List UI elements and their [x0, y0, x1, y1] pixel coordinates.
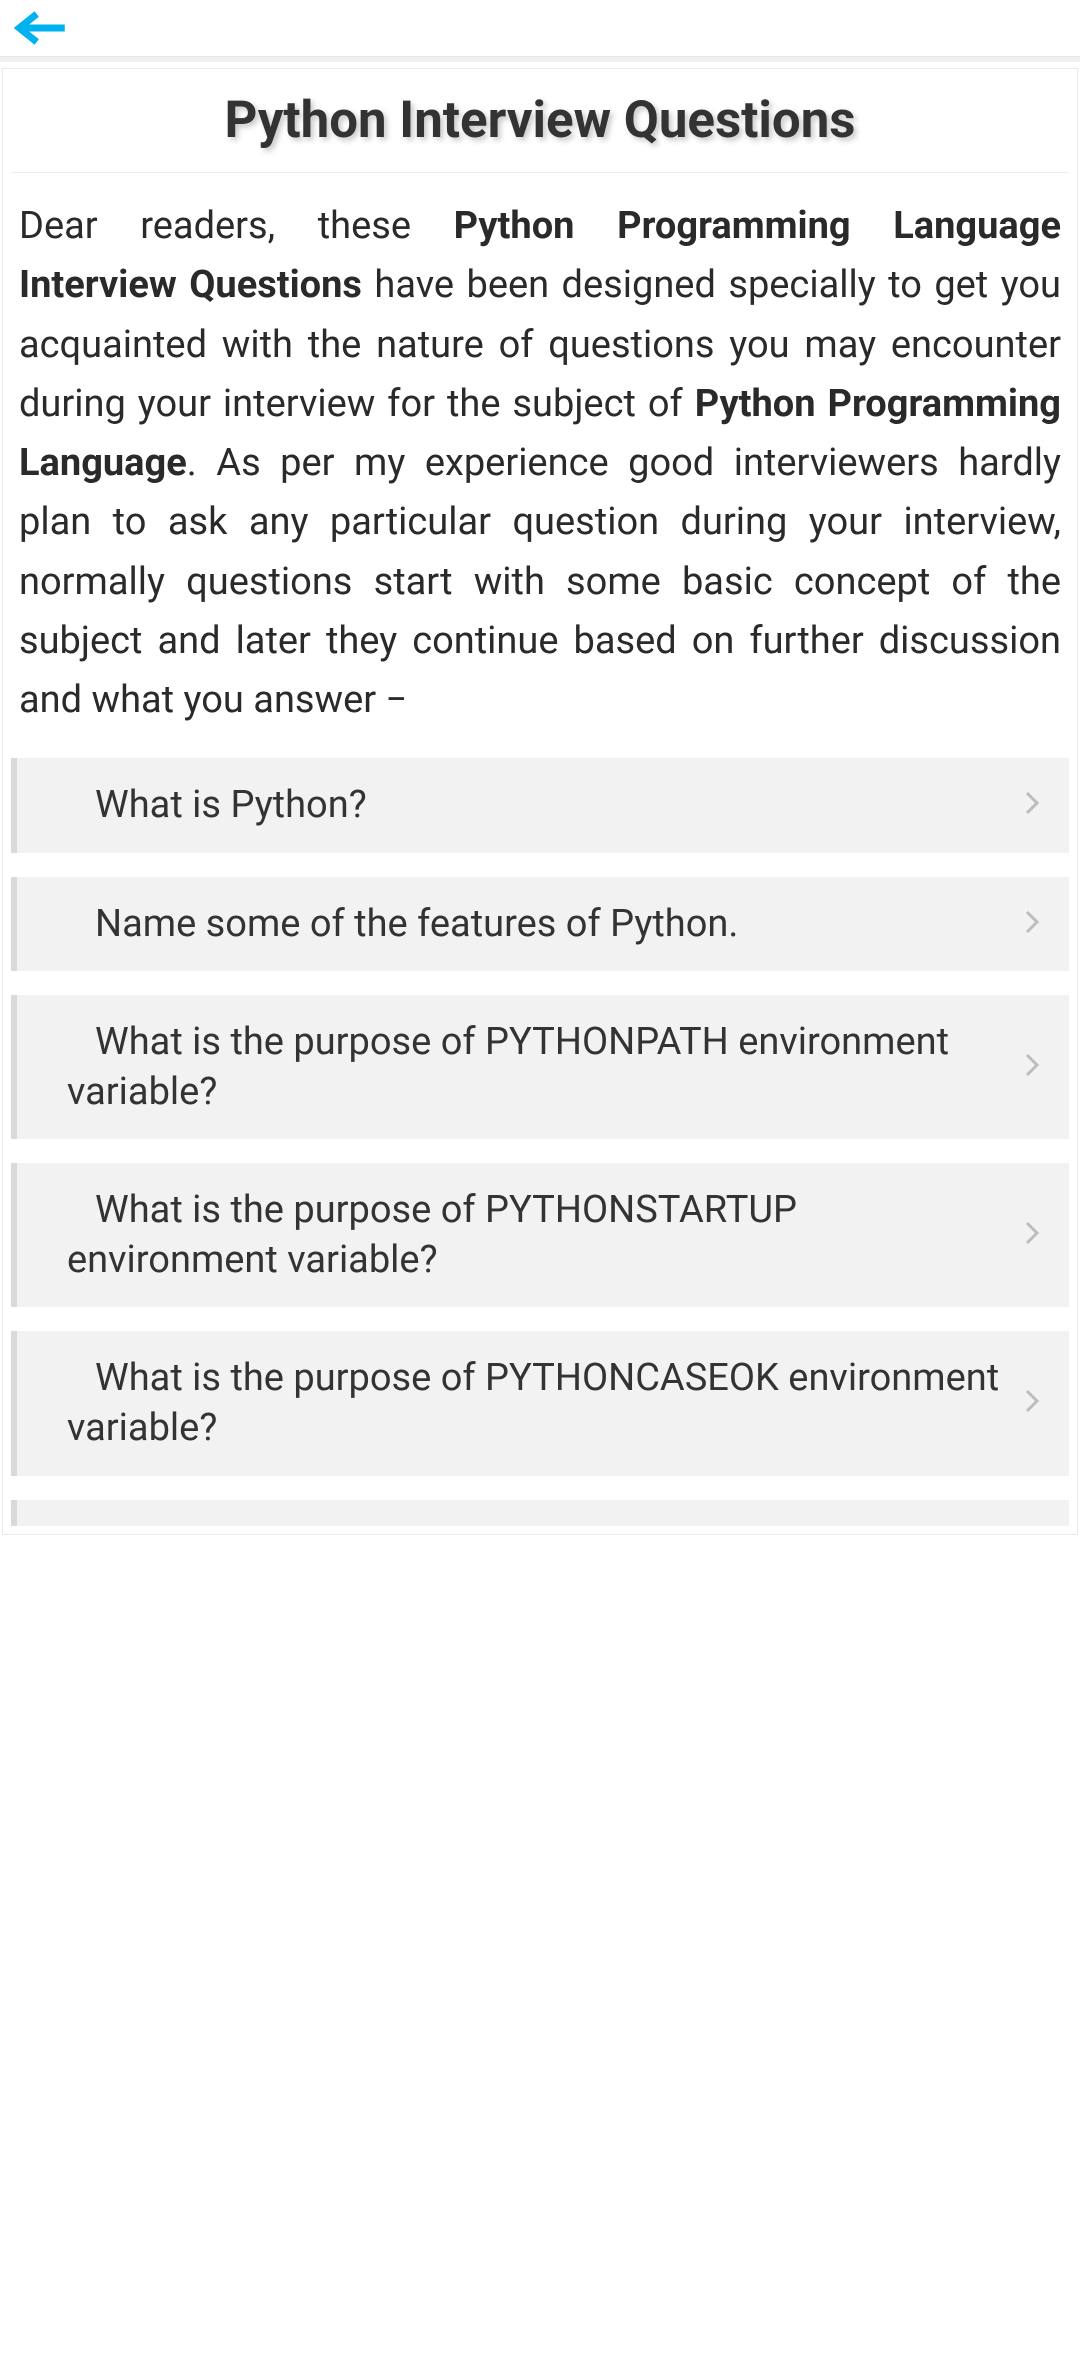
- question-item[interactable]: What is the purpose of PYTHONCASEOK envi…: [11, 1331, 1069, 1475]
- question-text: What is the purpose of PYTHONPATH enviro…: [39, 1017, 1007, 1117]
- chevron-right-icon: [1023, 1052, 1041, 1078]
- question-text: What is Python?: [39, 780, 1007, 830]
- content-area: Python Interview Questions Dear readers,…: [2, 68, 1078, 1535]
- expand-icon: [1023, 1220, 1041, 1250]
- question-item[interactable]: What is the purpose of PYTHONPATH enviro…: [11, 995, 1069, 1139]
- intro-paragraph: Dear readers, these Python Programming L…: [11, 197, 1069, 758]
- question-list: What is Python? Name some of the feature…: [11, 758, 1069, 1525]
- bottom-spacer: [0, 1535, 1080, 2375]
- question-item-partial[interactable]: [11, 1500, 1069, 1526]
- intro-lead: Dear readers, these: [19, 204, 454, 248]
- app-header: [0, 0, 1080, 56]
- question-item[interactable]: What is the purpose of PYTHONSTARTUP env…: [11, 1163, 1069, 1307]
- arrow-left-icon: [14, 10, 70, 46]
- expand-icon: [1023, 909, 1041, 939]
- question-text: Name some of the features of Python.: [39, 899, 1007, 949]
- expand-icon: [1023, 1388, 1041, 1418]
- expand-icon: [1023, 790, 1041, 820]
- question-item[interactable]: What is Python?: [11, 758, 1069, 852]
- chevron-right-icon: [1023, 1220, 1041, 1246]
- back-button[interactable]: [10, 8, 74, 48]
- question-item[interactable]: Name some of the features of Python.: [11, 877, 1069, 971]
- expand-icon: [1023, 1052, 1041, 1082]
- question-text: What is the purpose of PYTHONSTARTUP env…: [39, 1185, 1007, 1285]
- chevron-right-icon: [1023, 909, 1041, 935]
- chevron-right-icon: [1023, 1388, 1041, 1414]
- question-text: What is the purpose of PYTHONCASEOK envi…: [39, 1353, 1007, 1453]
- header-separator: [0, 56, 1080, 62]
- page-title: Python Interview Questions: [11, 85, 1069, 173]
- chevron-right-icon: [1023, 790, 1041, 816]
